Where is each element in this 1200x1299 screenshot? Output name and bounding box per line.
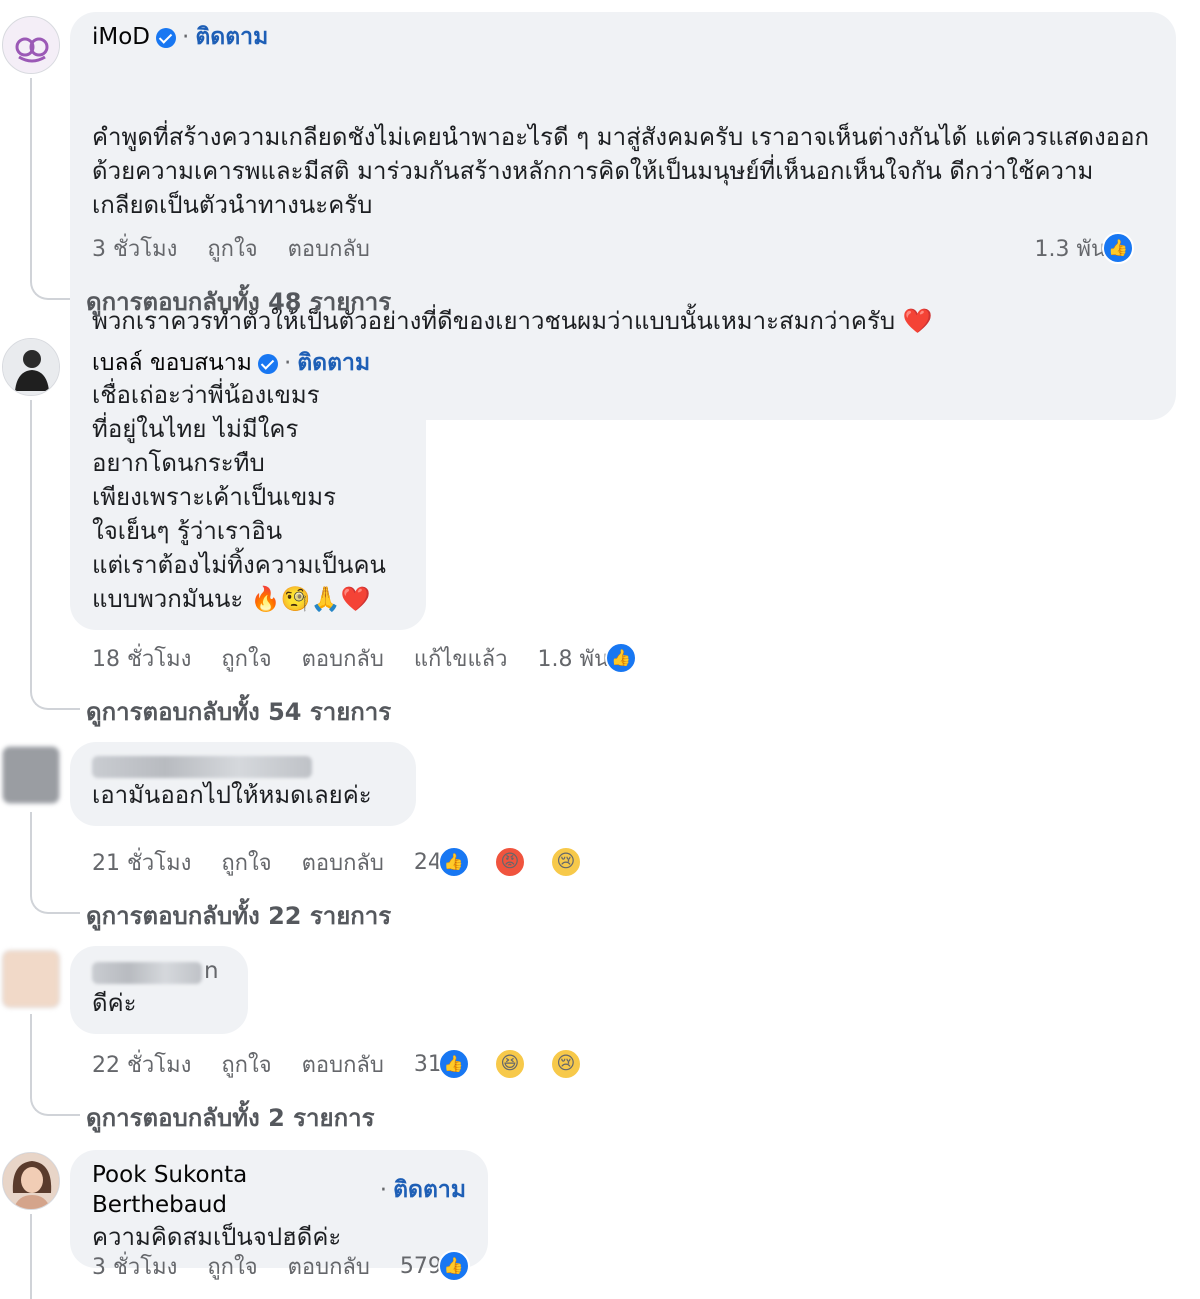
like-thumb-icon: 👍 (437, 1250, 470, 1282)
like-button[interactable]: ถูกใจ (207, 1249, 257, 1284)
author-name[interactable]: Pook Sukonta Berthebaud (92, 1160, 374, 1220)
verified-badge-icon (257, 354, 278, 374)
follow-link[interactable]: ติดตาม (195, 22, 268, 52)
reaction-count: 1.3 พัน (1034, 236, 1106, 262)
reply-button[interactable]: ตอบกลับ (302, 845, 384, 880)
thread-line-2 (30, 400, 32, 688)
reaction-summary[interactable]: 1.3 พัน 👍 (1034, 231, 1164, 266)
author-name[interactable]: เบลล์ ขอบสนาม (92, 348, 252, 378)
like-thumb-icon: 👍 (437, 1048, 470, 1080)
thread-line-5 (30, 1214, 32, 1299)
comment-actions: 21 ชั่วโมง ถูกใจ ตอบกลับ 24 👍 😡 😢 (92, 846, 612, 878)
avatar[interactable] (2, 1152, 60, 1210)
reaction-count: 1.8 พัน (537, 646, 610, 672)
comment-actions: 3 ชั่วโมง ถูกใจ ตอบกลับ 1.3 พัน 👍 (92, 232, 1172, 264)
comment-actions: 3 ชั่วโมง ถูกใจ ตอบกลับ 579 👍 (92, 1250, 500, 1282)
avatar[interactable] (2, 950, 60, 1008)
reply-button[interactable]: ตอบกลับ (288, 231, 370, 266)
view-replies-link[interactable]: ดูการตอบกลับทั้ง 48 รายการ (86, 282, 391, 321)
reaction-count: 579 (399, 1253, 442, 1279)
follow-link[interactable]: ติดตาม (297, 348, 370, 378)
reaction-summary[interactable]: 31 👍 😆 😢 (414, 1048, 612, 1080)
reaction-summary[interactable]: 1.8 พัน 👍 (537, 641, 667, 676)
avatar[interactable] (2, 746, 60, 804)
angry-emoji-icon: 😡 (493, 846, 526, 878)
like-button[interactable]: ถูกใจ (221, 845, 271, 880)
thread-hook-3 (30, 890, 80, 914)
comment-actions: 18 ชั่วโมง ถูกใจ ตอบกลับ แก้ไขแล้ว 1.8 พ… (92, 642, 667, 674)
thread-line-1 (30, 78, 32, 278)
reaction-summary[interactable]: 579 👍 (400, 1250, 500, 1282)
view-replies-link[interactable]: ดูการตอบกลับทั้ง 2 รายการ (86, 1098, 374, 1137)
person-avatar-icon (3, 1153, 59, 1209)
avatar[interactable] (2, 16, 60, 74)
separator-dot: · (379, 1177, 388, 1203)
sad-emoji-icon: 😢 (549, 1048, 582, 1080)
comment-actions: 22 ชั่วโมง ถูกใจ ตอบกลับ 31 👍 😆 😢 (92, 1048, 612, 1080)
like-thumb-icon: 👍 (1102, 232, 1134, 264)
edited-label: แก้ไขแล้ว (413, 646, 508, 672)
comment-bubble: เบลล์ ขอบสนาม · ติดตาม เชื่อเถ่อะว่าพี่น… (70, 334, 426, 630)
like-button[interactable]: ถูกใจ (221, 641, 271, 676)
view-replies-link[interactable]: ดูการตอบกลับทั้ง 54 รายการ (86, 692, 391, 731)
comment-text: เอามันออกไปให้หมดเลยค่ะ (92, 781, 372, 809)
timestamp[interactable]: 18 ชั่วโมง (92, 641, 191, 676)
separator-dot: · (182, 24, 190, 50)
reply-button[interactable]: ตอบกลับ (288, 1249, 370, 1284)
timestamp[interactable]: 22 ชั่วโมง (92, 1047, 191, 1082)
author-name-tail: n (204, 958, 219, 984)
view-replies-link[interactable]: ดูการตอบกลับทั้ง 22 รายการ (86, 896, 391, 935)
imod-logo-icon (5, 19, 59, 73)
timestamp[interactable]: 3 ชั่วโมง (92, 231, 177, 266)
author-name-redacted[interactable] (92, 756, 312, 778)
comment-paragraph: คำพูดที่สร้างความเกลียดชังไม่เคยนำพาอะไร… (92, 123, 1150, 219)
follow-link[interactable]: ติดตาม (393, 1175, 466, 1205)
comment-text: ดีค่ะ (92, 989, 137, 1017)
sad-emoji-icon: 😢 (549, 846, 582, 878)
thread-hook-2 (30, 686, 80, 710)
verified-badge-icon (156, 28, 177, 48)
thread-line-3 (30, 812, 32, 892)
like-button[interactable]: ถูกใจ (221, 1047, 271, 1082)
comment-text: เชื่อเถ่อะว่าพี่น้องเขมร ที่อยู่ในไทย ไม… (92, 381, 386, 613)
avatar[interactable] (2, 338, 60, 396)
comment-bubble: เอามันออกไปให้หมดเลยค่ะ (70, 742, 416, 826)
separator-dot: · (283, 350, 292, 376)
person-avatar-icon (3, 339, 59, 395)
author-name-redacted[interactable] (92, 962, 202, 984)
like-thumb-icon: 👍 (437, 846, 470, 878)
timestamp[interactable]: 21 ชั่วโมง (92, 845, 191, 880)
thread-hook-4 (30, 1092, 80, 1116)
like-thumb-icon: 👍 (605, 642, 638, 674)
author-name[interactable]: iMoD (92, 22, 150, 52)
reply-button[interactable]: ตอบกลับ (302, 1047, 384, 1082)
timestamp[interactable]: 3 ชั่วโมง (92, 1249, 177, 1284)
reply-button[interactable]: ตอบกลับ (302, 641, 384, 676)
haha-emoji-icon: 😆 (493, 1048, 526, 1080)
reaction-summary[interactable]: 24 👍 😡 😢 (414, 846, 612, 878)
thread-line-4 (30, 1014, 32, 1094)
comment-bubble: n ดีค่ะ (70, 946, 248, 1034)
like-button[interactable]: ถูกใจ (207, 231, 257, 266)
